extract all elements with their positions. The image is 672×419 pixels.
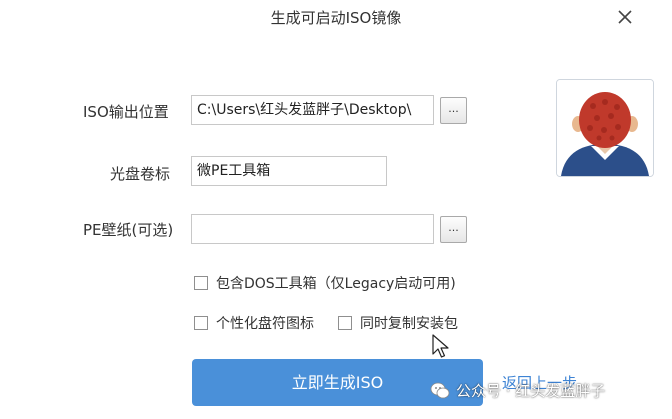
copy-installer-checkbox[interactable]: 同时复制安装包: [338, 313, 458, 333]
volume-label: 光盘卷标: [110, 165, 171, 183]
watermark-text: 公众号 · 红头发蓝胖子: [456, 382, 606, 400]
wallpaper-field[interactable]: [191, 214, 434, 244]
include-dos-box[interactable]: [194, 276, 208, 290]
include-dos-checkbox[interactable]: 包含DOS工具箱（仅Legacy启动可用): [194, 273, 456, 293]
iso-output-label: ISO输出位置: [83, 103, 169, 121]
personalize-icon-label: 个性化盘符图标: [216, 316, 314, 332]
avatar-image: [557, 80, 653, 176]
wallpaper-browse-button[interactable]: ...: [440, 216, 467, 243]
copy-installer-box[interactable]: [338, 316, 352, 330]
personalize-icon-checkbox[interactable]: 个性化盘符图标: [194, 313, 314, 333]
iso-output-browse-button[interactable]: ...: [440, 97, 467, 124]
close-icon: [618, 10, 632, 24]
include-dos-label: 包含DOS工具箱（仅Legacy启动可用): [216, 276, 456, 292]
mouse-pointer-icon: [432, 334, 449, 358]
watermark: 公众号 · 红头发蓝胖子: [430, 380, 605, 401]
close-button[interactable]: [612, 4, 638, 30]
iso-output-field[interactable]: C:\Users\红头发蓝胖子\Desktop\: [191, 95, 434, 125]
copy-installer-label: 同时复制安装包: [360, 316, 458, 332]
avatar: [556, 79, 654, 177]
volume-field[interactable]: 微PE工具箱: [191, 156, 387, 186]
personalize-icon-box[interactable]: [194, 316, 208, 330]
window-title: 生成可启动ISO镜像: [270, 9, 402, 27]
wechat-icon: [430, 382, 450, 398]
wallpaper-label: PE壁纸(可选): [83, 221, 174, 239]
